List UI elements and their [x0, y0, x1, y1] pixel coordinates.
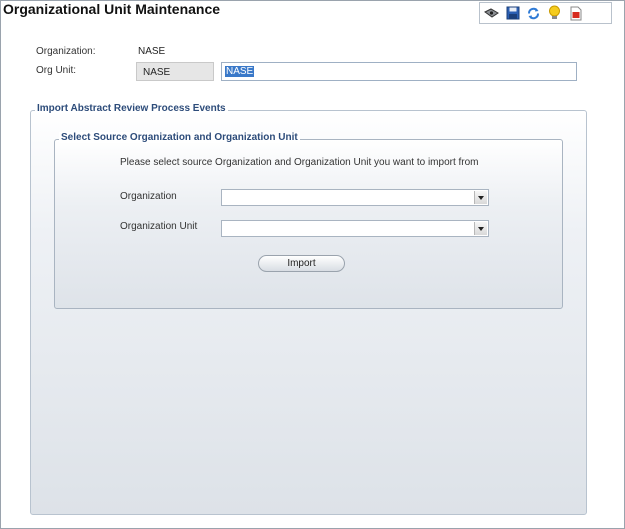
save-icon[interactable] — [504, 5, 521, 22]
organization-value: NASE — [138, 46, 166, 57]
import-hint: Please select source Organization and Or… — [120, 157, 479, 168]
organization-label: Organization: — [36, 46, 96, 57]
import-button[interactable]: Import — [258, 255, 345, 272]
source-panel-title: Select Source Organization and Organizat… — [59, 132, 300, 143]
import-section-title: Import Abstract Review Process Events — [35, 103, 228, 114]
org-unit-code-field: NASE — [136, 62, 214, 81]
chevron-down-icon[interactable] — [474, 222, 487, 235]
org-unit-name-input[interactable]: NASE — [221, 62, 577, 81]
source-organization-select[interactable] — [221, 189, 489, 206]
page-title: Organizational Unit Maintenance — [3, 1, 221, 17]
org-unit-name-text: NASE — [225, 66, 255, 77]
source-org-unit-label: Organization Unit — [120, 221, 198, 232]
refresh-icon[interactable] — [525, 5, 542, 22]
source-organization-label: Organization — [120, 191, 177, 202]
chevron-down-icon[interactable] — [474, 191, 487, 204]
source-org-unit-select[interactable] — [221, 220, 489, 237]
pdf-report-icon[interactable] — [567, 5, 584, 22]
toolbar — [479, 2, 612, 24]
org-unit-label: Org Unit: — [36, 65, 77, 76]
tip-icon[interactable] — [546, 5, 563, 22]
view-icon[interactable] — [483, 5, 500, 22]
